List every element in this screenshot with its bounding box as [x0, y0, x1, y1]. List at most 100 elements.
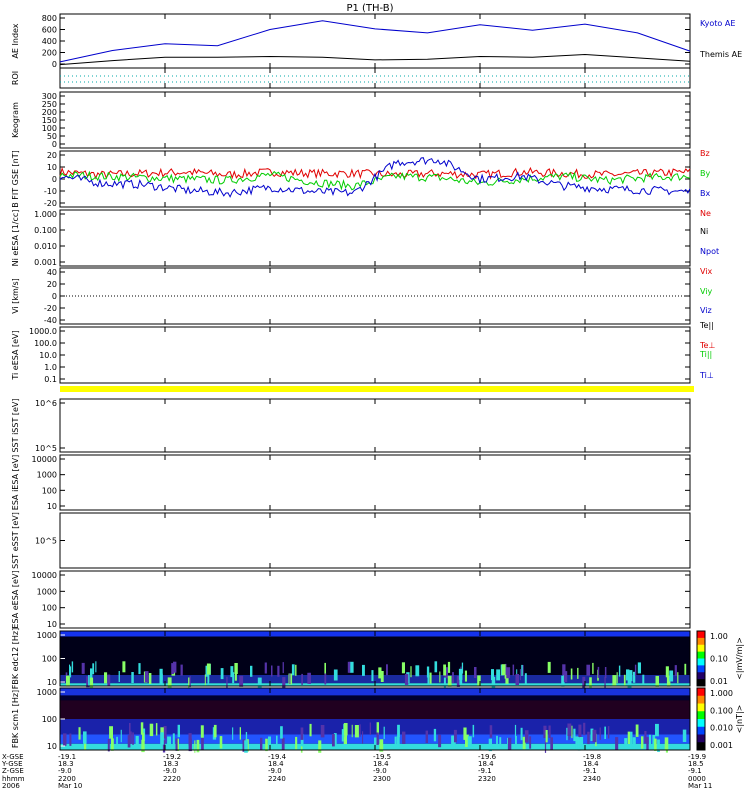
spectrogram-burst — [404, 673, 409, 685]
spectrogram-burst — [277, 665, 280, 677]
spectrogram-burst — [589, 677, 592, 689]
y-tick-label: 100 — [42, 486, 57, 495]
spectrogram-burst — [642, 674, 645, 686]
spectrogram-burst — [415, 665, 420, 677]
spectrogram-burst — [426, 666, 430, 678]
colorbar-segment — [697, 679, 705, 687]
y-tick-label: 600 — [42, 26, 57, 35]
spectrogram-burst — [644, 731, 647, 744]
spectrogram-burst — [627, 731, 631, 744]
y-axis-label: B FIT GSE [nT] — [11, 150, 20, 208]
spectrogram-burst — [548, 725, 551, 738]
y-axis-label: ESA eESA [eV] — [11, 570, 20, 628]
time-axis-row-label: 2006 — [2, 782, 20, 790]
time-axis-value: -9.0 — [268, 767, 282, 775]
panel-bfit: B FIT GSE [nT] 20 10 0 -10 -20 Bz By Bx — [11, 149, 710, 208]
y-tick-label: 10 — [47, 502, 57, 511]
spectrogram-burst — [615, 737, 619, 750]
y-tick-label: 0 — [52, 175, 57, 184]
spectrogram-burst — [291, 664, 295, 676]
series-label: Vix — [700, 267, 713, 276]
spectrogram-burst — [612, 675, 617, 687]
spectrogram-burst — [501, 664, 506, 676]
spectrogram-burst — [324, 662, 326, 674]
spectrogram-burst — [88, 675, 90, 686]
spectrogram-burst — [624, 738, 628, 751]
y-tick-label: 100 — [42, 604, 57, 613]
panel-frame — [59, 209, 691, 267]
y-axis-label: AE Index — [11, 23, 20, 58]
spectrogram-burst — [570, 668, 573, 680]
y-tick-label: 10 — [47, 742, 57, 751]
spectrogram-burst — [188, 677, 190, 689]
spectrogram-burst — [78, 727, 81, 740]
series-label: Ti⊥ — [699, 371, 714, 380]
spectrogram-burst — [109, 726, 113, 739]
spectrogram-burst — [104, 672, 108, 684]
spectrogram-burst — [402, 731, 406, 744]
spectrogram-burst — [295, 736, 298, 750]
y-tick-label: 100 — [42, 655, 57, 664]
y-tick-label: -20 — [44, 304, 57, 313]
colorbar-segment — [697, 651, 705, 659]
spectrogram-burst — [397, 724, 400, 738]
spectrogram-burst — [92, 663, 95, 675]
spectrogram-burst — [674, 665, 677, 677]
panel-sst1: SST iSST [eV] 10^6 10^5 — [11, 398, 691, 453]
y-axis-label: Ti eESA [eV] — [11, 330, 20, 380]
panel-frame — [59, 512, 691, 569]
y-tick-label: 20 — [47, 151, 57, 160]
y-tick-label: 10000 — [32, 455, 57, 464]
spectrogram-burst — [159, 673, 163, 685]
colorbar-segment — [697, 631, 705, 639]
spectrogram-burst — [571, 725, 573, 739]
spectrogram-band — [60, 636, 690, 675]
spectrogram-burst — [347, 661, 351, 673]
spectrogram-burst — [472, 724, 475, 738]
spectrogram-burst — [547, 661, 551, 673]
spectrogram-burst — [514, 724, 517, 738]
time-axis-value: 2300 — [373, 775, 391, 783]
spectrogram-burst — [245, 732, 248, 745]
series-label: Ni — [700, 227, 708, 236]
spectrogram-burst — [447, 661, 451, 673]
spectrogram-burst — [194, 740, 196, 753]
spectrogram-burst — [567, 723, 572, 736]
panel-frame — [59, 398, 691, 453]
y-tick-label: 10^6 — [35, 399, 57, 408]
spectrogram-burst — [200, 725, 204, 738]
spectrogram-burst — [71, 661, 74, 673]
spectrogram-burst — [630, 731, 633, 745]
y-tick-label: 800 — [42, 14, 57, 23]
colorbar-label: <|mV/m|> — [735, 637, 744, 680]
series-label: Ti|| — [699, 350, 712, 359]
spectrogram-burst — [232, 672, 235, 684]
panel-frame — [59, 91, 691, 149]
y-tick-label: 10.0 — [39, 351, 57, 360]
y-tick-label: 0.001 — [34, 258, 57, 267]
spectrogram-burst — [496, 669, 500, 681]
colorbar-segment — [697, 742, 705, 751]
spectrogram-burst — [453, 729, 457, 743]
spectrogram-burst — [201, 737, 204, 751]
spectrogram-burst — [401, 662, 405, 674]
colorbar-tick-label: 0.01 — [710, 677, 728, 686]
spectrogram-burst — [677, 672, 679, 684]
spectrogram-burst — [234, 663, 238, 674]
panel-ti: Ti eESA [eV] 1000.0 100.0 10.0 1.0 0.1 Te|| Te⊥… — [11, 321, 715, 392]
y-tick-label: 400 — [42, 37, 57, 46]
y-tick-label: 10 — [47, 678, 57, 687]
spectrogram-burst — [359, 724, 361, 737]
plot-title: P1 (TH-B) — [346, 3, 393, 14]
y-axis-label: ESA iESA [eV] — [11, 455, 20, 510]
spectrogram-burst — [524, 730, 529, 743]
spectrogram-burst — [332, 734, 335, 747]
spectrogram-burst — [459, 674, 463, 685]
spectrogram-burst — [265, 738, 268, 752]
y-tick-label: 0 — [52, 140, 57, 149]
spectrogram-burst — [579, 737, 584, 750]
y-tick-label: 20 — [47, 280, 57, 289]
spectrogram-burst — [524, 673, 527, 685]
panel-fbk1: FBK edc12 [Hz] 1000 100 10 — [11, 628, 691, 689]
series-label: Viz — [700, 306, 712, 315]
